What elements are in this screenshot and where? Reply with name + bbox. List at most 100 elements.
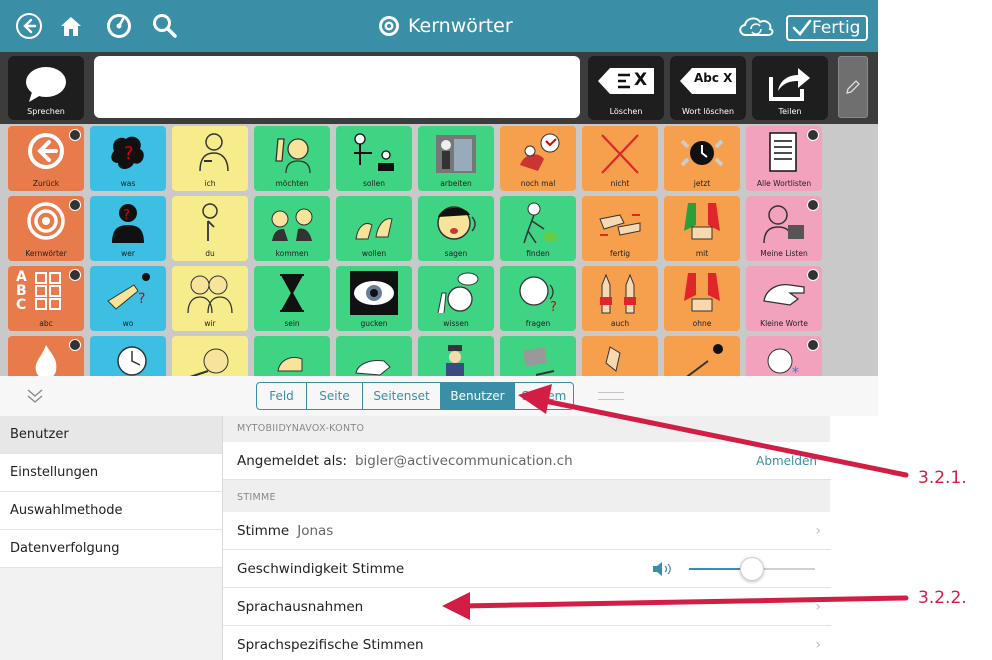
sidebar-item-einstellungen[interactable]: Einstellungen [0, 454, 222, 492]
cell-ohne[interactable]: ohne [664, 266, 740, 331]
cell-abc[interactable]: A B C abc [8, 266, 84, 331]
app-window: Kernwörter Fertig Sprechen X Löschen Abc… [0, 0, 878, 660]
cell-arbeiten[interactable]: arbeiten [418, 126, 494, 191]
cell-sein[interactable]: sein [254, 266, 330, 331]
cell-wer[interactable]: ? wer [90, 196, 166, 261]
cell-auch[interactable]: auch [582, 266, 658, 331]
logged-in-label: Angemeldet als: [237, 452, 347, 469]
cell-kommen[interactable]: kommen [254, 196, 330, 261]
top-bar: Kernwörter Fertig [0, 0, 878, 52]
cell-sollen[interactable]: sollen [336, 126, 412, 191]
come-icon [271, 208, 313, 241]
cell-sagen[interactable]: sagen [418, 196, 494, 261]
cell-label: Kleine Worte [760, 319, 808, 328]
drag-handle[interactable] [598, 392, 624, 400]
row-exceptions[interactable]: Sprachausnahmen › [223, 588, 831, 626]
cell-label: fragen [525, 319, 551, 328]
cell-fertig[interactable]: fertig [582, 196, 658, 261]
dashboard-icon[interactable] [104, 11, 134, 41]
tab-feld[interactable]: Feld [257, 383, 307, 409]
cell-label: kommen [275, 249, 309, 258]
cell-fragen[interactable]: ? fragen [500, 266, 576, 331]
speak-label: Sprechen [27, 107, 65, 116]
back-icon[interactable] [14, 11, 44, 41]
we-icon [187, 275, 233, 314]
tab-system[interactable]: System [515, 383, 573, 409]
cell-nicht[interactable]: nicht [582, 126, 658, 191]
done-button[interactable]: Fertig [786, 15, 869, 41]
row-language-voices[interactable]: Sprachspezifische Stimmen › [223, 626, 831, 660]
cell-alle-wortlisten[interactable]: Alle Wortlisten [746, 126, 822, 191]
cell-du[interactable]: du [172, 196, 248, 261]
cell-wir[interactable]: wir [172, 266, 248, 331]
tab-benutzer[interactable]: Benutzer [441, 383, 515, 409]
cell-kleine-worte[interactable]: Kleine Worte [746, 266, 822, 331]
cell-moechten[interactable]: möchten [254, 126, 330, 191]
sidebar-item-datenverfolgung[interactable]: Datenverfolgung [0, 530, 222, 568]
cell-was[interactable]: ? was [90, 126, 166, 191]
edit-pencil-button[interactable] [838, 56, 868, 118]
collapse-chevron-icon[interactable] [26, 388, 44, 404]
cell-finden[interactable]: finden [500, 196, 576, 261]
row-voice[interactable]: Stimme Jonas › [223, 512, 831, 550]
cell-wollen[interactable]: wollen [336, 196, 412, 261]
small-words-hand-icon [763, 283, 805, 306]
cloud-sync-icon[interactable] [736, 13, 776, 43]
document-list-icon [769, 132, 797, 172]
clear-icon [598, 68, 654, 94]
search-icon[interactable] [150, 11, 180, 41]
svg-text:?: ? [123, 208, 130, 223]
cell-label: ich [204, 179, 216, 188]
speed-slider[interactable] [689, 557, 815, 581]
person-self-icon [199, 133, 229, 172]
cell-gucken[interactable]: gucken [336, 266, 412, 331]
cell-label: Kernwörter [25, 249, 67, 258]
row-voice-speed: Geschwindigkeit Stimme [223, 550, 831, 588]
tab-seite[interactable]: Seite [307, 383, 363, 409]
cell-wissen[interactable]: wissen [418, 266, 494, 331]
share-button[interactable]: Teilen [752, 56, 828, 120]
clock-now-icon [680, 139, 724, 167]
cell-label: auch [610, 319, 630, 328]
language-voices-label: Sprachspezifische Stimmen [237, 636, 424, 653]
svg-text:?: ? [138, 291, 145, 307]
tab-seitenset[interactable]: Seitenset [363, 383, 441, 409]
work-icon [436, 135, 476, 173]
cell-label: was [120, 179, 136, 188]
cell-label: wo [122, 319, 134, 328]
link-indicator-icon [807, 129, 819, 141]
speak-button[interactable]: Sprechen [8, 56, 84, 120]
cell-meine-listen[interactable]: Meine Listen [746, 196, 822, 261]
speech-bubble-icon [26, 67, 66, 102]
cell-wo[interactable]: ? wo [90, 266, 166, 331]
say-face-icon [437, 206, 476, 240]
instruct-person-icon [354, 133, 394, 171]
cell-label: wollen [361, 249, 387, 258]
back-arrow-icon [28, 133, 64, 169]
cell-label: Meine Listen [760, 249, 808, 258]
cell-mit[interactable]: mit [664, 196, 740, 261]
home-icon[interactable] [56, 11, 86, 41]
eye-icon [350, 271, 398, 315]
speed-label: Geschwindigkeit Stimme [237, 560, 405, 577]
logout-link[interactable]: Abmelden [756, 454, 817, 468]
delete-word-button[interactable]: Abc X Wort löschen [670, 56, 746, 120]
voice-label: Stimme [237, 522, 290, 539]
cell-noch-mal[interactable]: noch mal [500, 126, 576, 191]
cell-kernwoerter[interactable]: Kernwörter [8, 196, 84, 261]
clear-button[interactable]: X Löschen [588, 56, 664, 120]
message-bar: Sprechen X Löschen Abc X Wort löschen Te… [0, 52, 878, 124]
share-label: Teilen [778, 107, 802, 116]
sidebar-item-benutzer[interactable]: Benutzer [0, 416, 222, 454]
speed-slider-knob[interactable] [740, 557, 764, 581]
settings-tabs: Feld Seite Seitenset Benutzer System [256, 382, 574, 410]
cell-ich[interactable]: ich [172, 126, 248, 191]
message-window[interactable] [94, 56, 580, 118]
link-indicator-icon [807, 269, 819, 281]
cell-jetzt[interactable]: jetzt [664, 126, 740, 191]
exceptions-label: Sprachausnahmen [237, 598, 364, 615]
cell-zurueck[interactable]: Zurück [8, 126, 84, 191]
sidebar-item-auswahlmethode[interactable]: Auswahlmethode [0, 492, 222, 530]
with-icon [684, 203, 720, 240]
cell-label: mit [695, 249, 709, 258]
